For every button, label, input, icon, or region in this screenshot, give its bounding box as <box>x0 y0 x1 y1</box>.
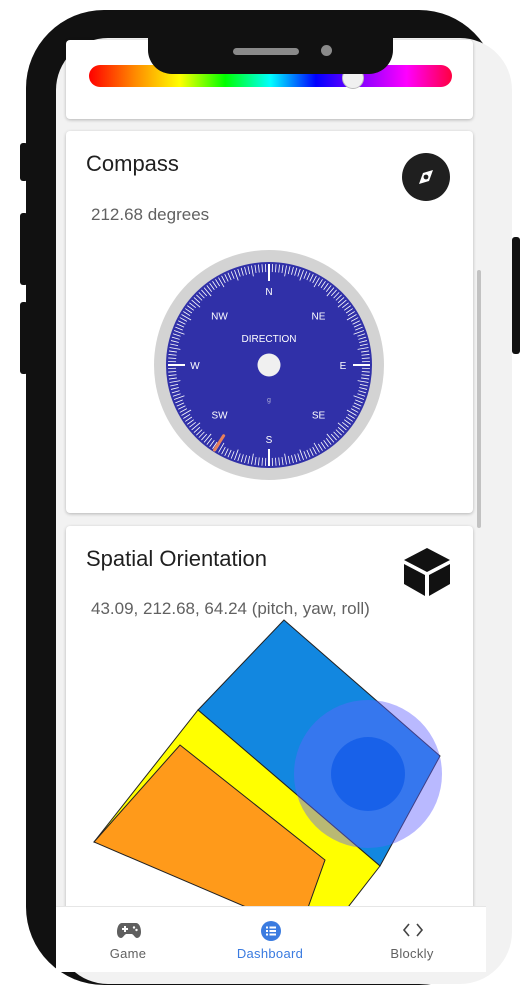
compass-direction-label-s: S <box>266 435 273 446</box>
compass-tick <box>361 371 370 373</box>
compass-tick <box>168 371 177 373</box>
compass-value: 212.68 degrees <box>91 205 210 224</box>
compass-direction-label-se: SE <box>312 410 326 421</box>
compass-direction-label-nw: NW <box>211 312 228 323</box>
compass-tick <box>275 264 277 273</box>
compass-tick <box>261 264 263 273</box>
nav-item-game[interactable]: Game <box>58 907 198 972</box>
gamepad-icon <box>117 923 141 938</box>
compass-tick <box>168 357 177 359</box>
speaker-grille <box>233 48 299 55</box>
cube-icon <box>401 546 453 598</box>
compass-direction-label-n: N <box>265 287 272 298</box>
compass-small-label: g <box>267 397 271 404</box>
app-screen: Compass 212.68 degrees DIRECTION g N NE E S… <box>0 0 530 991</box>
compass-direction-label-e: E <box>340 361 347 372</box>
list-icon <box>261 921 281 941</box>
compass-center-label: DIRECTION <box>242 334 297 345</box>
scrollbar[interactable] <box>477 270 481 528</box>
compass-title: Compass <box>86 151 179 176</box>
code-icon <box>402 923 424 937</box>
compass-direction-label-w: W <box>190 361 200 372</box>
nav-item-dashboard[interactable]: Dashboard <box>200 907 340 972</box>
compass-hub <box>257 353 281 377</box>
compass-icon <box>402 153 450 201</box>
nav-label-blockly: Blockly <box>390 946 434 961</box>
compass-tick <box>275 457 277 466</box>
phone-notch <box>148 28 393 74</box>
bottom-nav: Game Dashboard Blockly <box>56 906 486 972</box>
front-camera <box>321 45 332 56</box>
compass-direction-label-ne: NE <box>312 312 326 323</box>
nav-label-dashboard: Dashboard <box>236 946 304 961</box>
compass-dial: DIRECTION g N NE E SE S SW W NW <box>154 250 384 480</box>
orientation-value: 43.09, 212.68, 64.24 (pitch, yaw, roll) <box>91 599 370 618</box>
orientation-title: Spatial Orientation <box>86 546 267 571</box>
nav-item-blockly[interactable]: Blockly <box>342 907 482 972</box>
compass-tick <box>361 357 370 359</box>
compass-tick <box>261 457 263 466</box>
orientation-target-inner <box>331 737 405 811</box>
compass-direction-label-sw: SW <box>211 410 228 421</box>
nav-label-game: Game <box>109 946 147 961</box>
